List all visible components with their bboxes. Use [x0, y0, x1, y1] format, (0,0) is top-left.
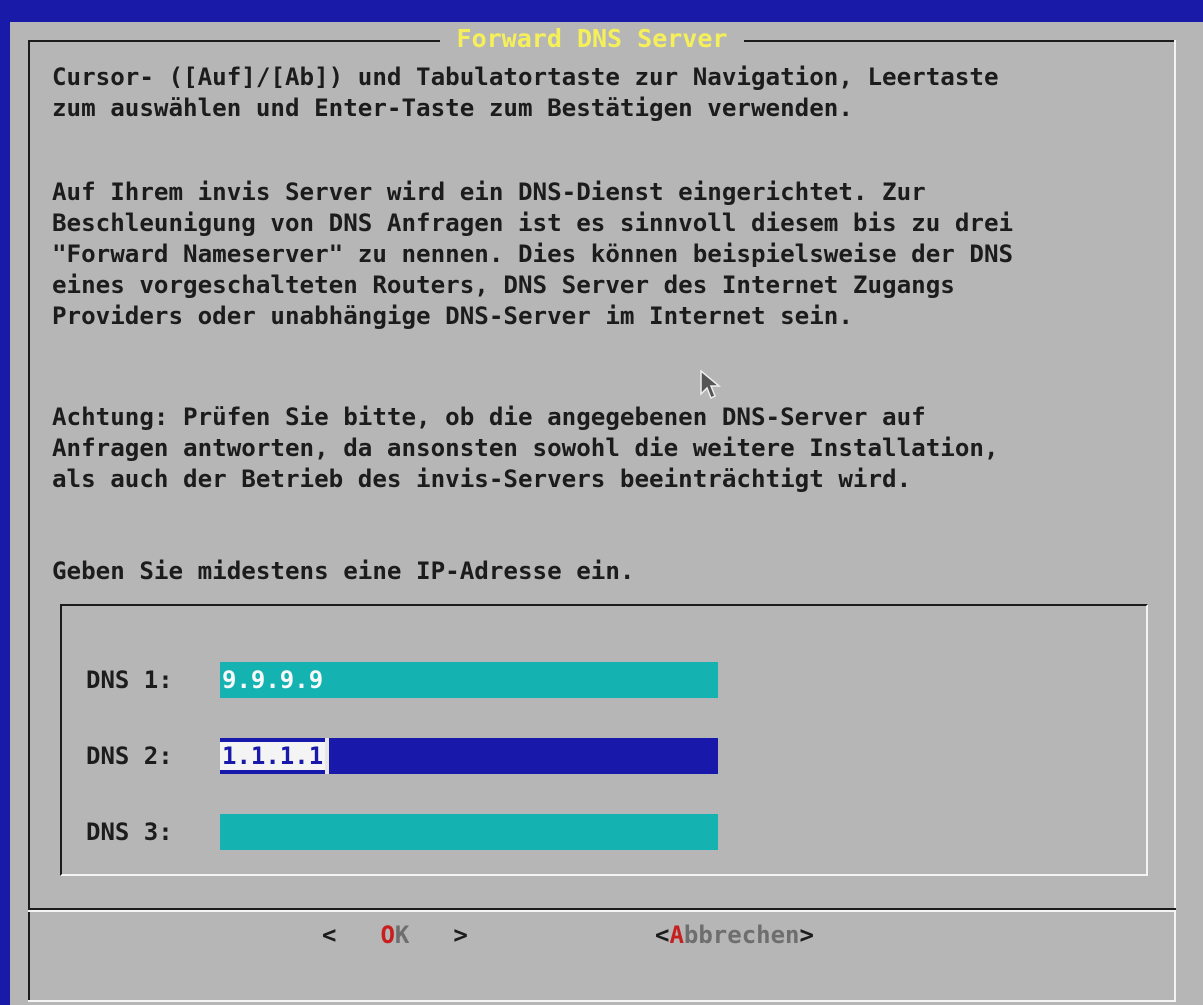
cancel-bracket-right: >: [799, 921, 814, 949]
cancel-bracket-left: <: [655, 921, 670, 949]
dns2-value: 1.1.1.1: [220, 742, 326, 770]
dialog-border-top-right: [744, 40, 1176, 42]
cancel-hotkey: A: [669, 921, 684, 949]
warning-text: Achtung: Prüfen Sie bitte, ob die angege…: [52, 403, 999, 493]
button-separator-highlight: [28, 910, 1176, 912]
description-text: Auf Ihrem invis Server wird ein DNS-Dien…: [52, 178, 1014, 330]
dns1-value: 9.9.9.9: [222, 666, 324, 694]
dialog-title: Forward DNS Server: [456, 24, 728, 53]
dialog-window: Forward DNS Server Cursor- ([Auf]/[Ab]) …: [10, 22, 1203, 1005]
cancel-label-rest: bbrechen: [683, 921, 800, 949]
ok-label-rest: K: [394, 921, 410, 949]
text-caret: [325, 738, 330, 774]
prompt-text: Geben Sie midestens eine IP-Adresse ein.: [52, 557, 635, 585]
instructions-text: Cursor- ([Auf]/[Ab]) und Tabulatortaste …: [52, 63, 999, 122]
ok-bracket-right: >: [453, 921, 468, 949]
dialog-border-top: [28, 40, 440, 42]
cancel-button[interactable]: <Abbrechen>: [655, 917, 814, 953]
ok-button[interactable]: < OK >: [322, 917, 468, 953]
dialog-border-left: [28, 40, 30, 1002]
dialog-border-right: [1174, 40, 1176, 1002]
dns3-label: DNS 3:: [86, 818, 173, 846]
dns1-label: DNS 1:: [86, 666, 173, 694]
dns1-input[interactable]: 9.9.9.9: [220, 662, 718, 698]
mouse-pointer-icon: [700, 370, 722, 400]
dns2-label: DNS 2:: [86, 742, 173, 770]
ok-hotkey: O: [380, 921, 395, 949]
dialog-border-bottom: [28, 1000, 1176, 1002]
dns2-input[interactable]: 1.1.1.1: [220, 738, 718, 774]
ok-bracket-left: <: [322, 921, 337, 949]
dns3-input[interactable]: [220, 814, 718, 850]
